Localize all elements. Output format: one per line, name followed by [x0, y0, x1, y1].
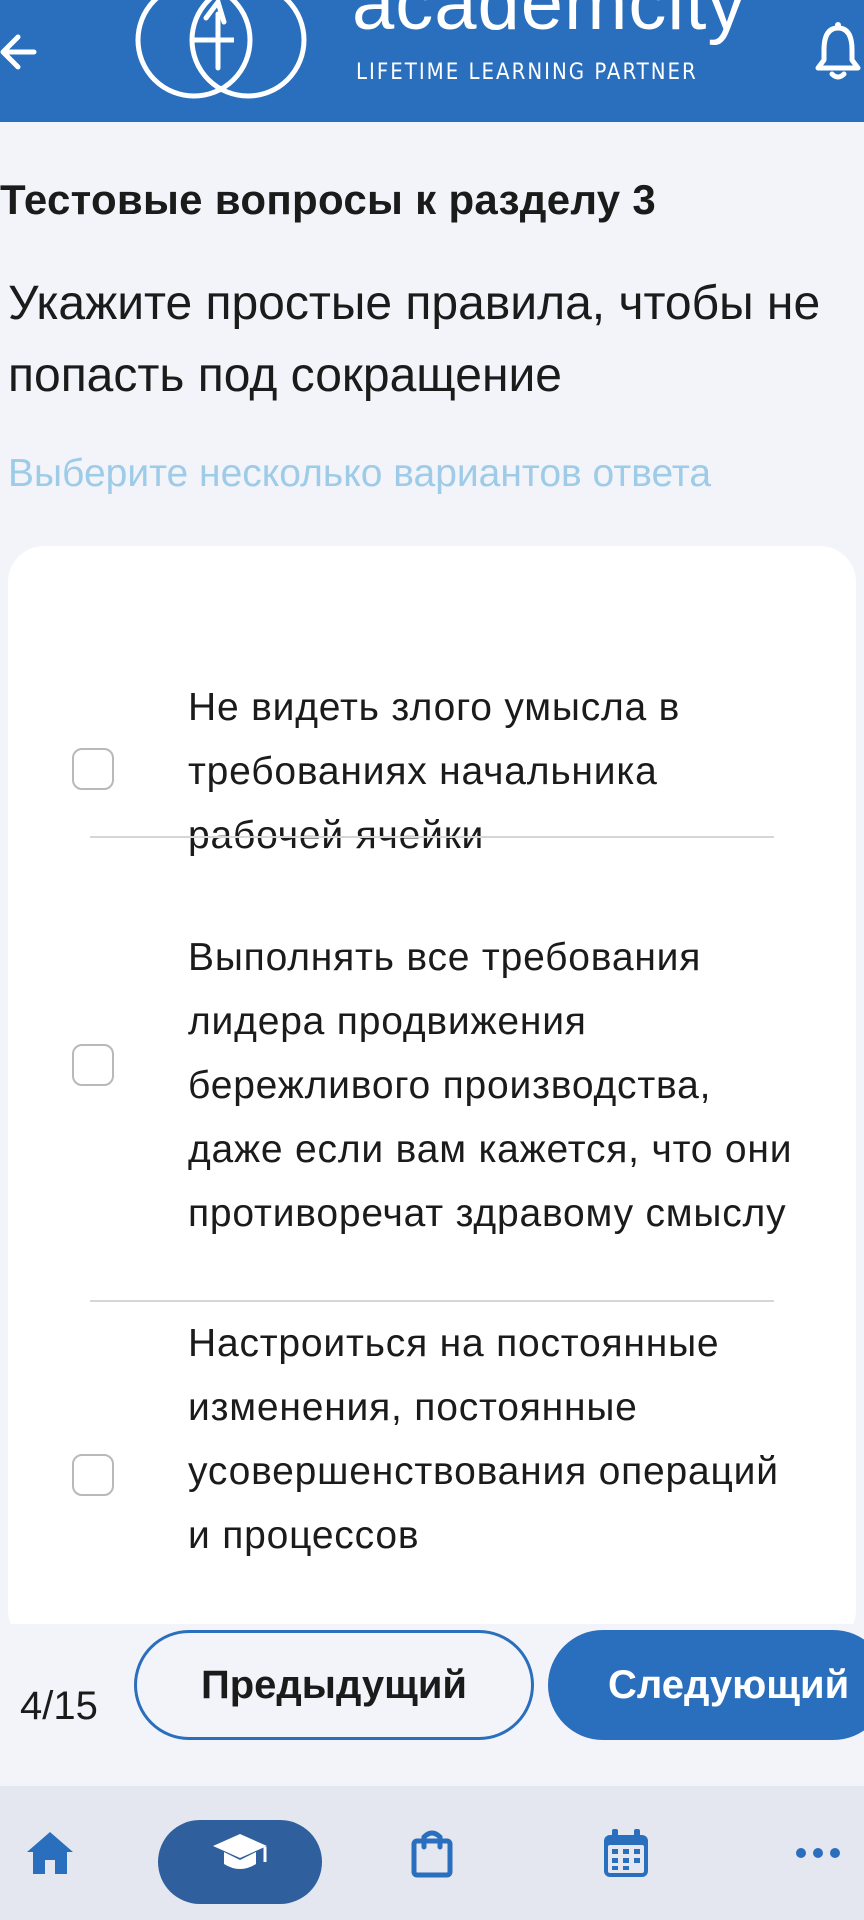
- nav-more[interactable]: [788, 1786, 848, 1920]
- answer-option[interactable]: Выполнять все требования лидера продвиже…: [8, 872, 856, 1235]
- question-text: Укажите простые правила, чтобы не попаст…: [8, 277, 821, 402]
- option-label: Выполнять все требования лидера продвиже…: [188, 936, 793, 1235]
- answer-option[interactable]: Не видеть злого умысла в требованиях нач…: [8, 618, 856, 857]
- calendar-icon: [604, 1829, 648, 1877]
- next-button[interactable]: Следующий: [548, 1630, 864, 1740]
- question-counter: 4/15: [20, 1684, 98, 1728]
- nav-shop[interactable]: [400, 1786, 464, 1920]
- home-icon: [27, 1832, 73, 1874]
- back-button[interactable]: [0, 22, 44, 82]
- back-arrow-icon: [0, 34, 37, 70]
- graduation-cap-icon: [213, 1834, 267, 1869]
- nav-courses[interactable]: [158, 1786, 322, 1920]
- app-header: academcity LIFETIME LEARNING PARTNER: [0, 0, 864, 122]
- bottom-navigation: [0, 1786, 864, 1920]
- pager-bar: 4/15 Предыдущий Следующий: [0, 1624, 864, 1786]
- option-checkbox[interactable]: [72, 1044, 114, 1086]
- option-divider: [90, 1300, 774, 1302]
- nav-home[interactable]: [18, 1786, 82, 1920]
- previous-button[interactable]: Предыдущий: [134, 1630, 534, 1740]
- academcity-logo-icon: [135, 0, 307, 99]
- section-title: Тестовые вопросы к разделу 3: [0, 176, 657, 223]
- answer-hint: Выберите несколько вариантов ответа: [8, 452, 712, 495]
- option-checkbox[interactable]: [72, 748, 114, 790]
- option-checkbox[interactable]: [72, 1454, 114, 1496]
- brand-name: academcity: [352, 0, 747, 46]
- answer-option[interactable]: Настроиться на постоянные изменения, пос…: [8, 1322, 856, 1596]
- bell-icon: [815, 22, 861, 80]
- option-divider: [90, 836, 774, 838]
- nav-calendar[interactable]: [594, 1786, 658, 1920]
- notifications-button[interactable]: [812, 20, 864, 82]
- option-label: Не видеть злого умысла в требованиях нач…: [188, 686, 681, 857]
- more-dots-icon: [796, 1848, 840, 1858]
- shopping-bag-icon: [411, 1830, 453, 1878]
- option-label: Настроиться на постоянные изменения, пос…: [188, 1322, 779, 1557]
- brand-tagline: LIFETIME LEARNING PARTNER: [356, 60, 698, 85]
- options-card: Не видеть злого умысла в требованиях нач…: [8, 546, 856, 1646]
